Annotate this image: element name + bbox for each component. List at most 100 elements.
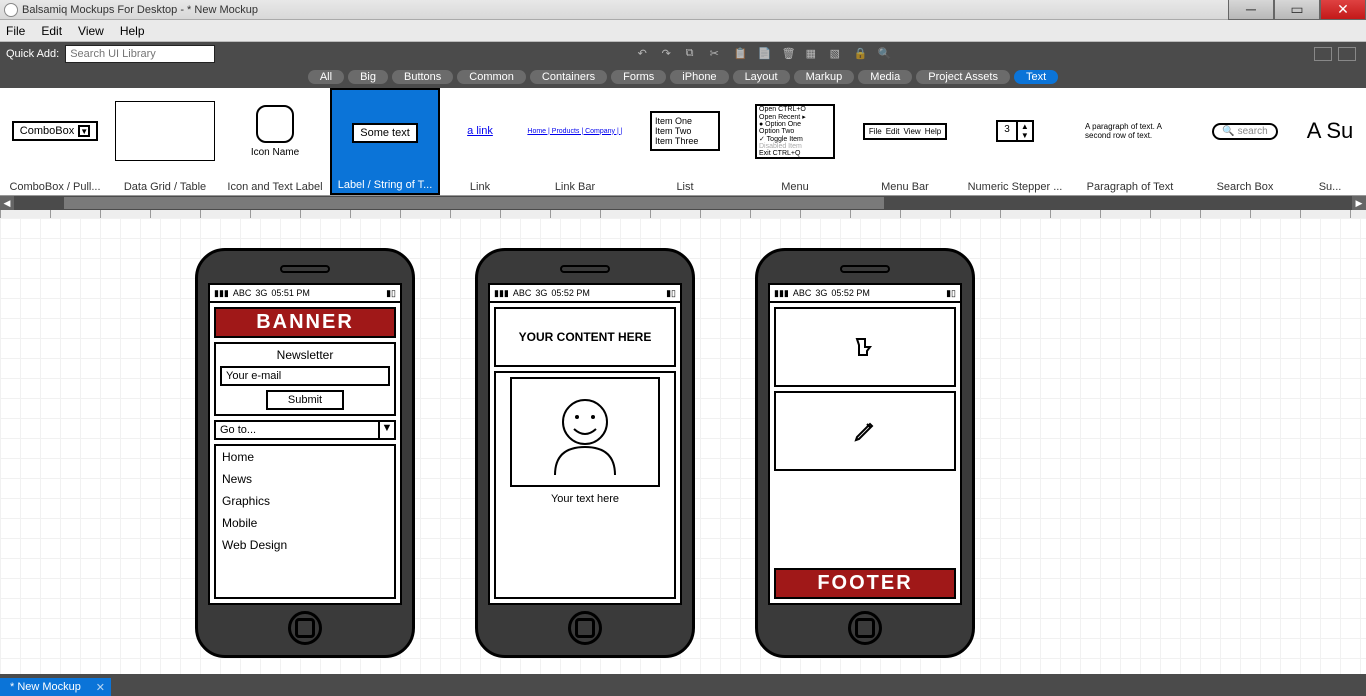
lib-searchbox[interactable]: 🔍 search Search Box (1190, 88, 1300, 195)
maximize-button[interactable]: ▭ (1274, 0, 1320, 20)
list-item[interactable]: Web Design (216, 534, 394, 556)
list-item[interactable]: Graphics (216, 490, 394, 512)
cat-text[interactable]: Text (1014, 70, 1058, 84)
zoom-icon[interactable]: 🔍 (878, 47, 892, 61)
signal-icon: ▮▮▮ (494, 288, 509, 299)
lib-menu[interactable]: Open CTRL+O Open Recent ▸ ● Option One O… (740, 88, 850, 195)
cat-containers[interactable]: Containers (530, 70, 607, 84)
battery-icon: ▮▯ (386, 288, 396, 299)
toolbar-icons: ↶ ↷ ⧉ ✂ 📋 📄 🗑 ▦ ▧ 🔒 🔍 (215, 47, 1314, 61)
home-button[interactable] (848, 611, 882, 645)
tab-label: * New Mockup (10, 681, 81, 693)
status-bar: ▮▮▮ ABC 3G 05:52 PM ▮▯ (770, 285, 960, 303)
document-tabs: * New Mockup ✕ (0, 674, 1366, 696)
cat-assets[interactable]: Project Assets (916, 70, 1010, 84)
image-placeholder[interactable] (510, 377, 660, 487)
list-item[interactable]: Mobile (216, 512, 394, 534)
content-image-box[interactable]: Your text here (494, 371, 676, 599)
home-button[interactable] (568, 611, 602, 645)
cut-icon[interactable]: ✂ (710, 47, 724, 61)
clipboard-icon[interactable]: 📄 (758, 47, 772, 61)
mockup-phone-3[interactable]: ▮▮▮ ABC 3G 05:52 PM ▮▯ FOOTER (755, 248, 975, 658)
home-button[interactable] (288, 611, 322, 645)
lib-label: Menu Bar (854, 181, 956, 193)
toggle-full-icon[interactable] (1314, 47, 1332, 61)
scroll-right-icon[interactable]: ▶ (1352, 196, 1366, 210)
lib-paragraph[interactable]: A paragraph of text. A second row of tex… (1070, 88, 1190, 195)
canvas[interactable]: ▮▮▮ ABC 3G 05:51 PM ▮▯ BANNER Newsletter… (0, 218, 1366, 686)
title-bar: Balsamiq Mockups For Desktop - * New Moc… (0, 0, 1366, 20)
lib-menubar[interactable]: FileEditViewHelp Menu Bar (850, 88, 960, 195)
twitter-box[interactable] (774, 307, 956, 387)
footer[interactable]: FOOTER (774, 568, 956, 599)
phone-speaker (560, 265, 610, 273)
category-bar: All Big Buttons Common Containers Forms … (0, 66, 1366, 88)
cat-buttons[interactable]: Buttons (392, 70, 453, 84)
paste-icon[interactable]: 📋 (734, 47, 748, 61)
quickadd-input[interactable] (65, 45, 215, 63)
cat-big[interactable]: Big (348, 70, 388, 84)
nav-list: Home News Graphics Mobile Web Design (214, 444, 396, 599)
minimize-button[interactable]: ─ (1228, 0, 1274, 20)
lib-label: ComboBox / Pull... (4, 181, 106, 193)
banner[interactable]: BANNER (214, 307, 396, 338)
cat-forms[interactable]: Forms (611, 70, 666, 84)
redo-icon[interactable]: ↷ (662, 47, 676, 61)
group-icon[interactable]: ▦ (806, 47, 820, 61)
goto-select[interactable]: Go to...▼ (214, 420, 396, 440)
close-button[interactable]: ✕ (1320, 0, 1366, 20)
ui-library: ComboBox▼ ComboBox / Pull... Data Grid /… (0, 88, 1366, 196)
tab-new-mockup[interactable]: * New Mockup ✕ (0, 678, 111, 696)
tab-close-icon[interactable]: ✕ (96, 681, 105, 694)
edit-box[interactable] (774, 391, 956, 471)
caption-text[interactable]: Your text here (496, 487, 674, 507)
status-bar: ▮▮▮ ABC 3G 05:52 PM ▮▯ (490, 285, 680, 303)
lib-datagrid[interactable]: Data Grid / Table (110, 88, 220, 195)
cat-media[interactable]: Media (858, 70, 912, 84)
submit-button[interactable]: Submit (266, 390, 344, 410)
lib-icon-label[interactable]: Icon Name Icon and Text Label (220, 88, 330, 195)
menu-file[interactable]: File (6, 24, 25, 38)
ungroup-icon[interactable]: ▧ (830, 47, 844, 61)
signal-icon: ▮▮▮ (774, 288, 789, 299)
lib-label: Data Grid / Table (114, 181, 216, 193)
twitter-icon (853, 335, 877, 359)
mockup-phone-2[interactable]: ▮▮▮ ABC 3G 05:52 PM ▮▯ YOUR CONTENT HERE… (475, 248, 695, 658)
list-item[interactable]: News (216, 468, 394, 490)
quickadd-label: Quick Add: (6, 48, 59, 60)
lib-list[interactable]: Item OneItem TwoItem Three List (630, 88, 740, 195)
status-bar: ▮▮▮ ABC 3G 05:51 PM ▮▯ (210, 285, 400, 303)
cat-markup[interactable]: Markup (794, 70, 855, 84)
lib-subtitle[interactable]: A Su Su... (1300, 88, 1360, 195)
cat-common[interactable]: Common (457, 70, 526, 84)
toggle-panel-icon[interactable] (1338, 47, 1356, 61)
menu-view[interactable]: View (78, 24, 104, 38)
email-field[interactable]: Your e-mail (220, 366, 390, 386)
lib-label: Su... (1304, 181, 1356, 193)
scroll-left-icon[interactable]: ◀ (0, 196, 14, 210)
menu-help[interactable]: Help (120, 24, 145, 38)
lib-combobox[interactable]: ComboBox▼ ComboBox / Pull... (0, 88, 110, 195)
copy-icon[interactable]: ⧉ (686, 47, 700, 61)
list-item[interactable]: Home (216, 446, 394, 468)
library-scrollbar[interactable]: ◀ ▶ (0, 196, 1366, 210)
lib-label: Search Box (1194, 181, 1296, 193)
combo-text: ComboBox (20, 125, 74, 137)
lib-stepper[interactable]: 3▲▼ Numeric Stepper ... (960, 88, 1070, 195)
lib-label: Link (444, 181, 516, 193)
undo-icon[interactable]: ↶ (638, 47, 652, 61)
lock-icon[interactable]: 🔒 (854, 47, 868, 61)
cat-iphone[interactable]: iPhone (670, 70, 728, 84)
cat-all[interactable]: All (308, 70, 344, 84)
content-heading[interactable]: YOUR CONTENT HERE (494, 307, 676, 367)
lib-link[interactable]: a link Link (440, 88, 520, 195)
lib-label[interactable]: Some text Label / String of T... (330, 88, 440, 195)
lib-linkbar[interactable]: Home | Products | Company | | Link Bar (520, 88, 630, 195)
lib-label: Paragraph of Text (1074, 181, 1186, 193)
phone-speaker (840, 265, 890, 273)
cat-layout[interactable]: Layout (733, 70, 790, 84)
mockup-phone-1[interactable]: ▮▮▮ ABC 3G 05:51 PM ▮▯ BANNER Newsletter… (195, 248, 415, 658)
link-text: a link (467, 125, 493, 137)
menu-edit[interactable]: Edit (41, 24, 62, 38)
delete-icon[interactable]: 🗑 (782, 47, 796, 61)
